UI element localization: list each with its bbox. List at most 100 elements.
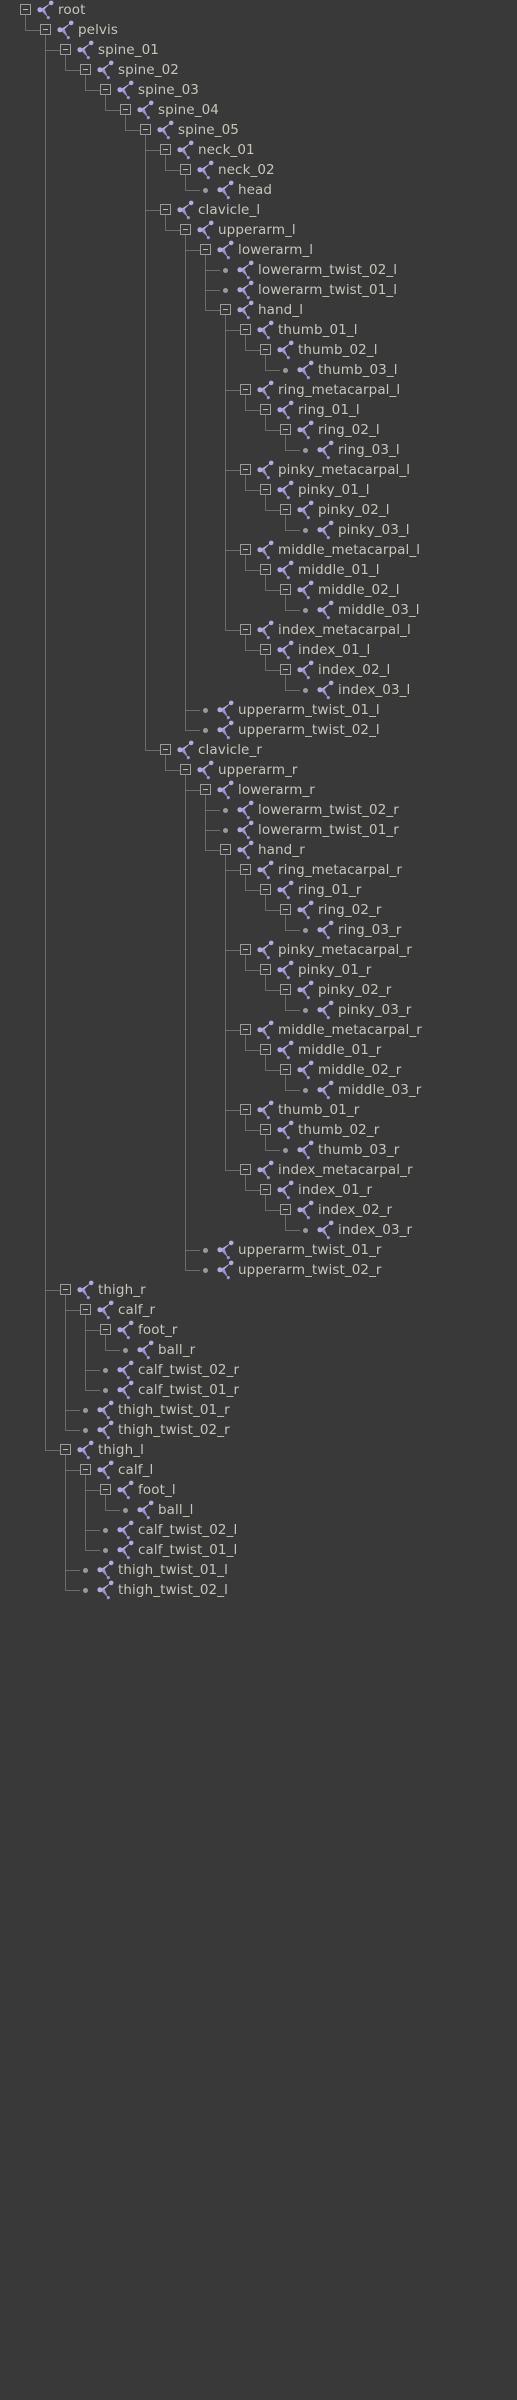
- tree-row[interactable]: lowerarm_twist_01_r: [0, 820, 517, 840]
- tree-row[interactable]: upperarm_twist_01_l: [0, 700, 517, 720]
- tree-row[interactable]: thigh_l: [0, 1440, 517, 1460]
- tree-row[interactable]: lowerarm_r: [0, 780, 517, 800]
- tree-row[interactable]: calf_twist_02_r: [0, 1360, 517, 1380]
- tree-row[interactable]: neck_02: [0, 160, 517, 180]
- tree-row[interactable]: thumb_03_r: [0, 1140, 517, 1160]
- bone-name-label[interactable]: middle_03_r: [338, 1081, 421, 1099]
- bone-name-label[interactable]: middle_metacarpal_l: [278, 541, 420, 559]
- bone-name-label[interactable]: pinky_01_l: [298, 481, 370, 499]
- tree-row[interactable]: lowerarm_twist_02_l: [0, 260, 517, 280]
- tree-row[interactable]: spine_03: [0, 80, 517, 100]
- bone-name-label[interactable]: pinky_02_r: [318, 981, 391, 999]
- bone-name-label[interactable]: ball_r: [158, 1341, 195, 1359]
- tree-row[interactable]: foot_l: [0, 1480, 517, 1500]
- expand-collapse-toggle-icon[interactable]: [240, 944, 251, 955]
- tree-row[interactable]: spine_01: [0, 40, 517, 60]
- tree-row[interactable]: ring_01_r: [0, 880, 517, 900]
- expand-collapse-toggle-icon[interactable]: [240, 384, 251, 395]
- tree-row[interactable]: calf_l: [0, 1460, 517, 1480]
- bone-name-label[interactable]: spine_01: [98, 41, 159, 59]
- expand-collapse-toggle-icon[interactable]: [260, 344, 271, 355]
- tree-row[interactable]: calf_twist_01_l: [0, 1540, 517, 1560]
- bone-name-label[interactable]: upperarm_twist_02_l: [238, 721, 380, 739]
- tree-row[interactable]: clavicle_l: [0, 200, 517, 220]
- expand-collapse-toggle-icon[interactable]: [80, 64, 91, 75]
- bone-name-label[interactable]: spine_02: [118, 61, 179, 79]
- tree-row[interactable]: head: [0, 180, 517, 200]
- bone-name-label[interactable]: pinky_03_l: [338, 521, 410, 539]
- expand-collapse-toggle-icon[interactable]: [180, 224, 191, 235]
- tree-row[interactable]: ring_02_l: [0, 420, 517, 440]
- expand-collapse-toggle-icon[interactable]: [240, 544, 251, 555]
- tree-row[interactable]: thigh_twist_01_r: [0, 1400, 517, 1420]
- tree-row[interactable]: index_02_l: [0, 660, 517, 680]
- tree-row[interactable]: calf_twist_01_r: [0, 1380, 517, 1400]
- tree-row[interactable]: middle_02_l: [0, 580, 517, 600]
- expand-collapse-toggle-icon[interactable]: [280, 904, 291, 915]
- bone-name-label[interactable]: index_01_l: [298, 641, 370, 659]
- bone-name-label[interactable]: index_03_r: [338, 1221, 412, 1239]
- expand-collapse-toggle-icon[interactable]: [180, 764, 191, 775]
- bone-name-label[interactable]: lowerarm_l: [238, 241, 313, 259]
- bone-name-label[interactable]: ring_01_l: [298, 401, 360, 419]
- bone-name-label[interactable]: pinky_02_l: [318, 501, 390, 519]
- bone-name-label[interactable]: lowerarm_twist_01_l: [258, 281, 397, 299]
- bone-name-label[interactable]: spine_03: [138, 81, 199, 99]
- bone-name-label[interactable]: head: [238, 181, 272, 199]
- tree-row[interactable]: pinky_01_r: [0, 960, 517, 980]
- expand-collapse-toggle-icon[interactable]: [260, 1184, 271, 1195]
- expand-collapse-toggle-icon[interactable]: [240, 1164, 251, 1175]
- bone-name-label[interactable]: calf_twist_02_r: [138, 1361, 239, 1379]
- tree-row[interactable]: thumb_02_l: [0, 340, 517, 360]
- expand-collapse-toggle-icon[interactable]: [280, 984, 291, 995]
- tree-row[interactable]: thumb_03_l: [0, 360, 517, 380]
- bone-name-label[interactable]: ring_02_l: [318, 421, 380, 439]
- bone-name-label[interactable]: upperarm_l: [218, 221, 296, 239]
- expand-collapse-toggle-icon[interactable]: [260, 404, 271, 415]
- tree-row[interactable]: pinky_01_l: [0, 480, 517, 500]
- tree-row[interactable]: spine_04: [0, 100, 517, 120]
- bone-name-label[interactable]: upperarm_twist_02_r: [238, 1261, 382, 1279]
- tree-row[interactable]: neck_01: [0, 140, 517, 160]
- tree-row[interactable]: ring_02_r: [0, 900, 517, 920]
- bone-name-label[interactable]: pinky_01_r: [298, 961, 371, 979]
- bone-name-label[interactable]: ring_03_l: [338, 441, 400, 459]
- tree-row[interactable]: root: [0, 0, 517, 20]
- tree-row[interactable]: spine_02: [0, 60, 517, 80]
- bone-name-label[interactable]: calf_twist_01_r: [138, 1381, 239, 1399]
- tree-row[interactable]: thumb_01_l: [0, 320, 517, 340]
- bone-name-label[interactable]: index_02_l: [318, 661, 390, 679]
- expand-collapse-toggle-icon[interactable]: [100, 1484, 111, 1495]
- expand-collapse-toggle-icon[interactable]: [140, 124, 151, 135]
- bone-name-label[interactable]: pelvis: [78, 21, 118, 39]
- expand-collapse-toggle-icon[interactable]: [120, 104, 131, 115]
- bone-name-label[interactable]: middle_02_l: [318, 581, 400, 599]
- bone-name-label[interactable]: lowerarm_r: [238, 781, 315, 799]
- tree-row[interactable]: ball_l: [0, 1500, 517, 1520]
- bone-name-label[interactable]: clavicle_l: [198, 201, 260, 219]
- bone-name-label[interactable]: pinky_03_r: [338, 1001, 411, 1019]
- bone-name-label[interactable]: ring_03_r: [338, 921, 402, 939]
- expand-collapse-toggle-icon[interactable]: [160, 144, 171, 155]
- expand-collapse-toggle-icon[interactable]: [200, 244, 211, 255]
- bone-name-label[interactable]: thumb_01_l: [278, 321, 358, 339]
- expand-collapse-toggle-icon[interactable]: [60, 44, 71, 55]
- tree-row[interactable]: ring_metacarpal_r: [0, 860, 517, 880]
- tree-row[interactable]: middle_01_r: [0, 1040, 517, 1060]
- bone-name-label[interactable]: index_01_r: [298, 1181, 372, 1199]
- tree-row[interactable]: ring_01_l: [0, 400, 517, 420]
- tree-row[interactable]: pinky_03_l: [0, 520, 517, 540]
- bone-name-label[interactable]: thigh_twist_01_l: [118, 1561, 228, 1579]
- expand-collapse-toggle-icon[interactable]: [220, 844, 231, 855]
- tree-row[interactable]: pelvis: [0, 20, 517, 40]
- tree-row[interactable]: clavicle_r: [0, 740, 517, 760]
- bone-name-label[interactable]: index_metacarpal_r: [278, 1161, 413, 1179]
- expand-collapse-toggle-icon[interactable]: [240, 624, 251, 635]
- bone-name-label[interactable]: lowerarm_twist_02_r: [258, 801, 399, 819]
- expand-collapse-toggle-icon[interactable]: [80, 1464, 91, 1475]
- tree-row[interactable]: spine_05: [0, 120, 517, 140]
- expand-collapse-toggle-icon[interactable]: [280, 584, 291, 595]
- tree-row[interactable]: pinky_02_r: [0, 980, 517, 1000]
- bone-name-label[interactable]: thumb_01_r: [278, 1101, 359, 1119]
- bone-name-label[interactable]: root: [58, 1, 85, 19]
